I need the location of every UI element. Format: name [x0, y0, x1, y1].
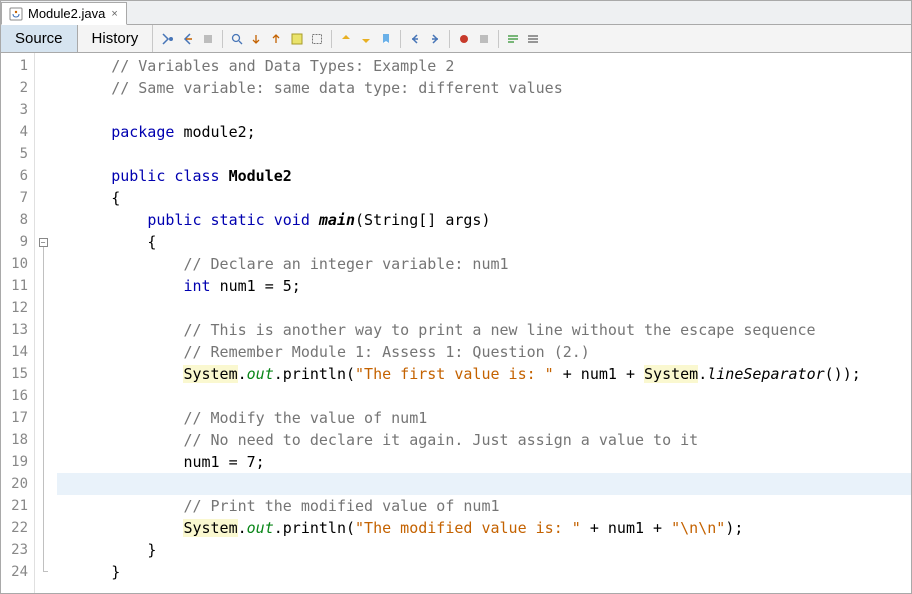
line-number: 9: [1, 231, 34, 253]
start-macro-icon[interactable]: [455, 30, 473, 48]
find-selection-icon[interactable]: [228, 30, 246, 48]
line-number: 6: [1, 165, 34, 187]
toolbar-separator: [400, 30, 401, 48]
code-line[interactable]: public class Module2: [57, 165, 911, 187]
line-number: 16: [1, 385, 34, 407]
toolbar-separator: [331, 30, 332, 48]
editor-toolbar: [153, 25, 542, 52]
line-number: 7: [1, 187, 34, 209]
line-number: 19: [1, 451, 34, 473]
code-line[interactable]: System.out.println("The modified value i…: [57, 517, 911, 539]
code-line[interactable]: [57, 385, 911, 407]
comment-icon[interactable]: [504, 30, 522, 48]
code-area[interactable]: // Variables and Data Types: Example 2 /…: [51, 53, 911, 593]
last-edit-icon[interactable]: [159, 30, 177, 48]
line-number: 1: [1, 55, 34, 77]
line-number: 3: [1, 99, 34, 121]
back-icon[interactable]: [179, 30, 197, 48]
toggle-rect-select-icon[interactable]: [308, 30, 326, 48]
code-line[interactable]: // Modify the value of num1: [57, 407, 911, 429]
next-bookmark-icon[interactable]: [357, 30, 375, 48]
line-number: 20: [1, 473, 34, 495]
code-line[interactable]: // Print the modified value of num1: [57, 495, 911, 517]
line-number: 4: [1, 121, 34, 143]
line-number: 14: [1, 341, 34, 363]
tab-bar: Module2.java ×: [1, 1, 911, 25]
line-number: 23: [1, 539, 34, 561]
line-number-gutter: 123456789101112131415161718192021222324: [1, 53, 35, 593]
line-number: 15: [1, 363, 34, 385]
line-number: 12: [1, 297, 34, 319]
code-editor[interactable]: 123456789101112131415161718192021222324 …: [1, 53, 911, 593]
toggle-highlight-icon[interactable]: [288, 30, 306, 48]
code-line[interactable]: int num1 = 5;: [57, 275, 911, 297]
toolbar-separator: [498, 30, 499, 48]
fold-toggle-icon[interactable]: −: [39, 238, 48, 247]
line-number: 24: [1, 561, 34, 583]
toolbar-separator: [449, 30, 450, 48]
java-file-icon: [8, 6, 24, 22]
code-line[interactable]: public static void main(String[] args): [57, 209, 911, 231]
code-line[interactable]: // Remember Module 1: Assess 1: Question…: [57, 341, 911, 363]
code-line[interactable]: [57, 297, 911, 319]
code-line[interactable]: // Variables and Data Types: Example 2: [57, 55, 911, 77]
code-line[interactable]: // No need to declare it again. Just ass…: [57, 429, 911, 451]
code-line[interactable]: }: [57, 539, 911, 561]
code-line[interactable]: [57, 99, 911, 121]
code-line[interactable]: }: [57, 561, 911, 583]
file-tab[interactable]: Module2.java ×: [1, 2, 127, 25]
code-line[interactable]: // Declare an integer variable: num1: [57, 253, 911, 275]
line-number: 8: [1, 209, 34, 231]
toggle-bookmark-icon[interactable]: [377, 30, 395, 48]
line-number: 13: [1, 319, 34, 341]
line-number: 2: [1, 77, 34, 99]
find-next-icon[interactable]: [268, 30, 286, 48]
code-line[interactable]: {: [57, 231, 911, 253]
stop-macro-icon[interactable]: [475, 30, 493, 48]
editor-toolbar-row: Source History: [1, 25, 911, 53]
line-number: 21: [1, 495, 34, 517]
prev-bookmark-icon[interactable]: [337, 30, 355, 48]
line-number: 17: [1, 407, 34, 429]
code-line[interactable]: [57, 143, 911, 165]
uncomment-icon[interactable]: [524, 30, 542, 48]
fold-gutter: −: [35, 53, 51, 593]
tab-source[interactable]: Source: [1, 25, 78, 52]
toolbar-separator: [222, 30, 223, 48]
tab-history[interactable]: History: [78, 25, 154, 52]
forward-icon[interactable]: [199, 30, 217, 48]
line-number: 11: [1, 275, 34, 297]
close-tab-icon[interactable]: ×: [109, 8, 119, 20]
code-line[interactable]: [57, 473, 911, 495]
code-line[interactable]: // Same variable: same data type: differ…: [57, 77, 911, 99]
code-line[interactable]: num1 = 7;: [57, 451, 911, 473]
file-tab-label: Module2.java: [28, 6, 105, 21]
shift-right-icon[interactable]: [426, 30, 444, 48]
line-number: 5: [1, 143, 34, 165]
code-line[interactable]: System.out.println("The first value is: …: [57, 363, 911, 385]
line-number: 18: [1, 429, 34, 451]
code-line[interactable]: // This is another way to print a new li…: [57, 319, 911, 341]
find-prev-icon[interactable]: [248, 30, 266, 48]
line-number: 22: [1, 517, 34, 539]
code-line[interactable]: {: [57, 187, 911, 209]
shift-left-icon[interactable]: [406, 30, 424, 48]
line-number: 10: [1, 253, 34, 275]
code-line[interactable]: package module2;: [57, 121, 911, 143]
